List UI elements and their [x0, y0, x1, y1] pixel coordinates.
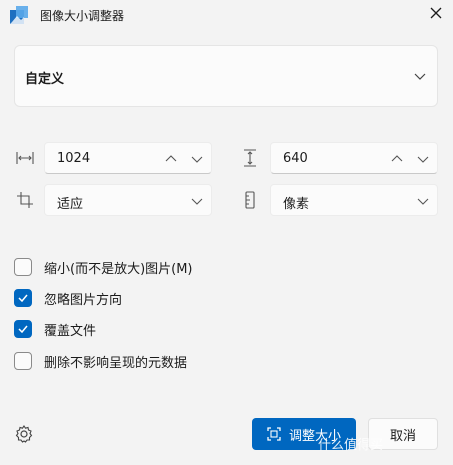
chevron-up-icon — [391, 155, 403, 162]
checkbox[interactable] — [14, 289, 32, 307]
width-increment-button[interactable] — [163, 151, 179, 167]
option-label: 删除不影响呈现的元数据 — [44, 355, 188, 371]
width-icon — [16, 149, 34, 167]
option-shrink-only[interactable]: 缩小(而不是放大)图片(M) — [14, 256, 193, 278]
fit-mode-dropdown[interactable]: 适应 — [44, 184, 212, 216]
checkbox[interactable] — [14, 258, 32, 276]
width-decrement-button[interactable] — [189, 151, 205, 167]
window-title: 图像大小调整器 — [40, 9, 125, 23]
option-label: 覆盖文件 — [44, 323, 97, 339]
crop-icon — [16, 191, 34, 209]
close-button[interactable] — [419, 0, 453, 26]
checkmark-icon — [18, 325, 28, 334]
height-icon — [241, 149, 259, 167]
chevron-down-icon — [417, 156, 429, 163]
checkbox[interactable] — [14, 352, 32, 370]
option-label: 忽略图片方向 — [44, 292, 123, 308]
preset-selected: 自定义 — [25, 72, 65, 87]
chevron-down-icon — [189, 193, 205, 209]
option-label: 缩小(而不是放大)图片(M) — [44, 261, 193, 277]
app-icon — [8, 4, 30, 26]
height-increment-button[interactable] — [389, 151, 405, 167]
option-overwrite-files[interactable]: 覆盖文件 — [14, 318, 96, 340]
gear-icon — [15, 425, 33, 443]
close-icon — [430, 7, 442, 19]
cancel-button-label: 取消 — [389, 428, 416, 444]
option-ignore-orientation[interactable]: 忽略图片方向 — [14, 287, 122, 309]
watermark: 什么值得买 — [318, 438, 384, 453]
width-input[interactable]: 1024 — [44, 142, 212, 174]
chevron-down-icon — [413, 68, 427, 82]
height-value: 640 — [283, 151, 308, 166]
width-value: 1024 — [57, 151, 91, 166]
height-decrement-button[interactable] — [415, 151, 431, 167]
height-input[interactable]: 640 — [270, 142, 438, 174]
settings-button[interactable] — [14, 424, 34, 444]
option-remove-metadata[interactable]: 删除不影响呈现的元数据 — [14, 350, 187, 372]
fit-mode-value: 适应 — [57, 197, 84, 212]
ruler-icon — [241, 191, 259, 209]
checkmark-icon — [18, 294, 28, 303]
preset-dropdown[interactable]: 自定义 — [14, 45, 438, 107]
chevron-down-icon — [191, 156, 203, 163]
chevron-down-icon — [415, 193, 431, 209]
checkbox[interactable] — [14, 320, 32, 338]
chevron-up-icon — [165, 155, 177, 162]
resize-icon — [267, 427, 281, 441]
unit-value: 像素 — [283, 197, 310, 212]
unit-dropdown[interactable]: 像素 — [270, 184, 438, 216]
